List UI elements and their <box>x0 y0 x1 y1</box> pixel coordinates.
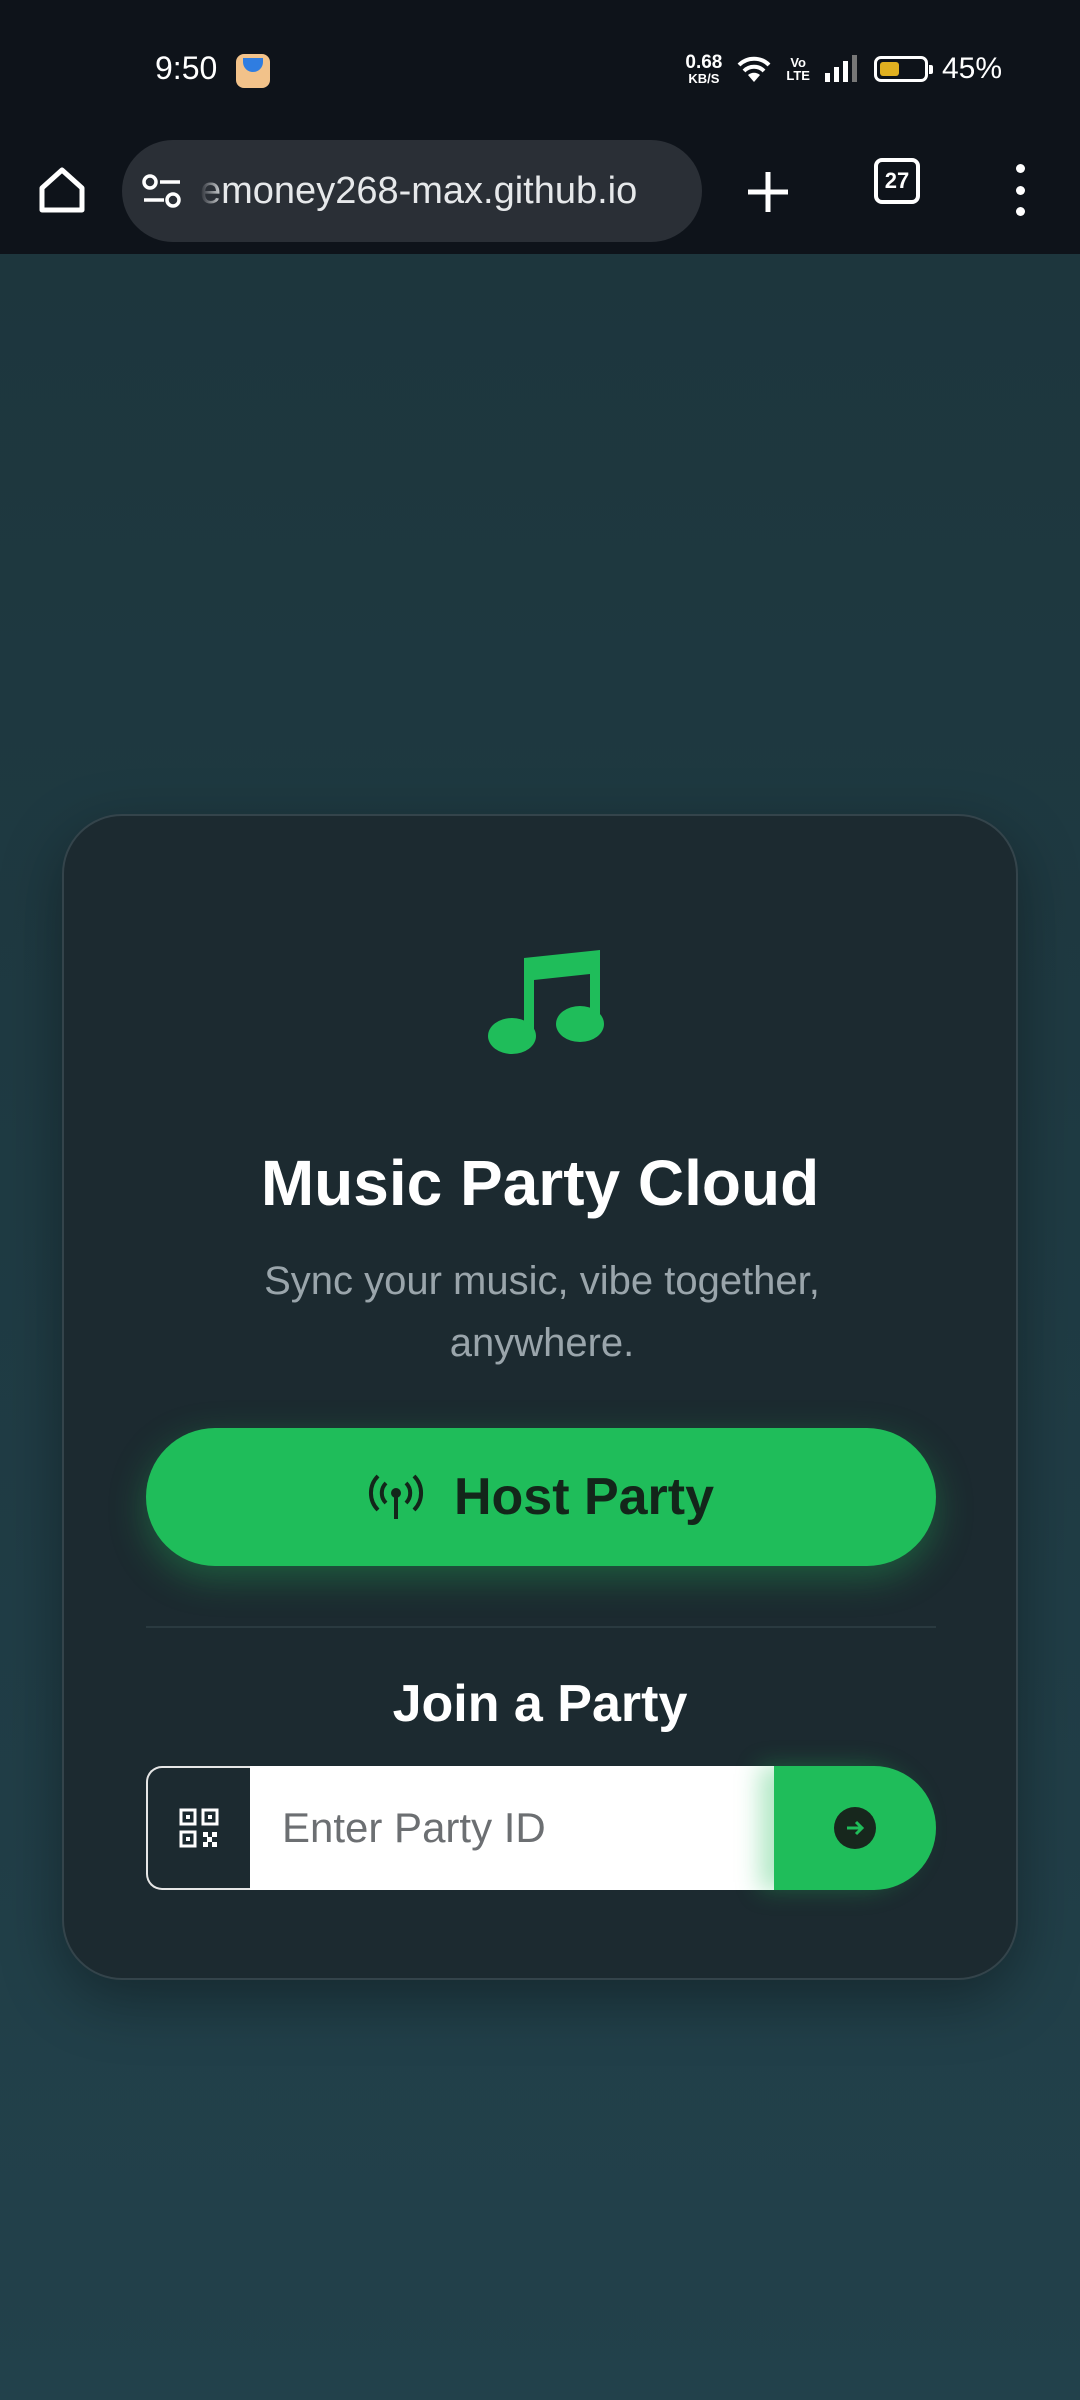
volte-indicator: Vo LTE <box>786 56 810 82</box>
divider <box>146 1626 936 1628</box>
network-speed-unit: KB/S <box>688 71 720 86</box>
status-bar: 9:50 0.68 KB/S Vo LTE 45% <box>0 0 1080 140</box>
new-tab-icon <box>748 172 788 212</box>
network-speed: 0.68 KB/S <box>685 53 722 85</box>
menu-button[interactable] <box>1000 158 1040 222</box>
status-time: 9:50 <box>155 50 218 86</box>
url-text: emoney268-max.github.io <box>200 169 638 212</box>
menu-dot <box>1015 164 1025 173</box>
arrow-right-icon <box>834 1807 876 1849</box>
page-background: Music Party Cloud Sync your music, vibe … <box>0 254 1080 2400</box>
home-button[interactable] <box>30 158 94 222</box>
host-party-button[interactable]: Host Party <box>146 1428 936 1566</box>
music-note-icon <box>488 950 604 1054</box>
battery-fill <box>879 62 899 76</box>
menu-dot <box>1015 207 1025 216</box>
url-bar[interactable]: emoney268-max.github.io <box>122 140 702 242</box>
app-title: Music Party Cloud <box>260 1147 820 1219</box>
party-id-input[interactable] <box>250 1766 774 1890</box>
party-card: Music Party Cloud Sync your music, vibe … <box>62 814 1018 1980</box>
broadcast-icon <box>368 1474 424 1519</box>
host-party-label: Host Party <box>453 1468 715 1526</box>
tab-switcher-button[interactable]: 27 <box>874 158 920 204</box>
volte-bottom: LTE <box>786 68 810 83</box>
notification-app-icon <box>236 54 270 88</box>
site-settings-button[interactable] <box>142 171 182 211</box>
site-settings-icon <box>142 174 181 208</box>
network-speed-value: 0.68 <box>685 52 723 73</box>
menu-dot <box>1015 185 1025 195</box>
scan-qr-button[interactable] <box>146 1766 250 1890</box>
app-subtitle: Sync your music, vibe together, anywhere… <box>264 1259 820 1365</box>
join-party-button[interactable] <box>774 1766 936 1890</box>
status-indicators: 0.68 KB/S Vo LTE 45% <box>685 52 1002 86</box>
new-tab-button[interactable] <box>740 164 796 220</box>
browser-toolbar: emoney268-max.github.io 27 <box>0 140 1080 254</box>
home-icon <box>39 167 85 213</box>
join-party-form <box>146 1766 936 1890</box>
join-party-heading: Join a Party <box>392 1675 688 1733</box>
battery-percent: 45% <box>941 52 1002 85</box>
wifi-icon <box>737 56 771 82</box>
battery-icon <box>873 56 933 82</box>
signal-icon <box>824 55 857 82</box>
qr-code-icon <box>179 1808 219 1848</box>
